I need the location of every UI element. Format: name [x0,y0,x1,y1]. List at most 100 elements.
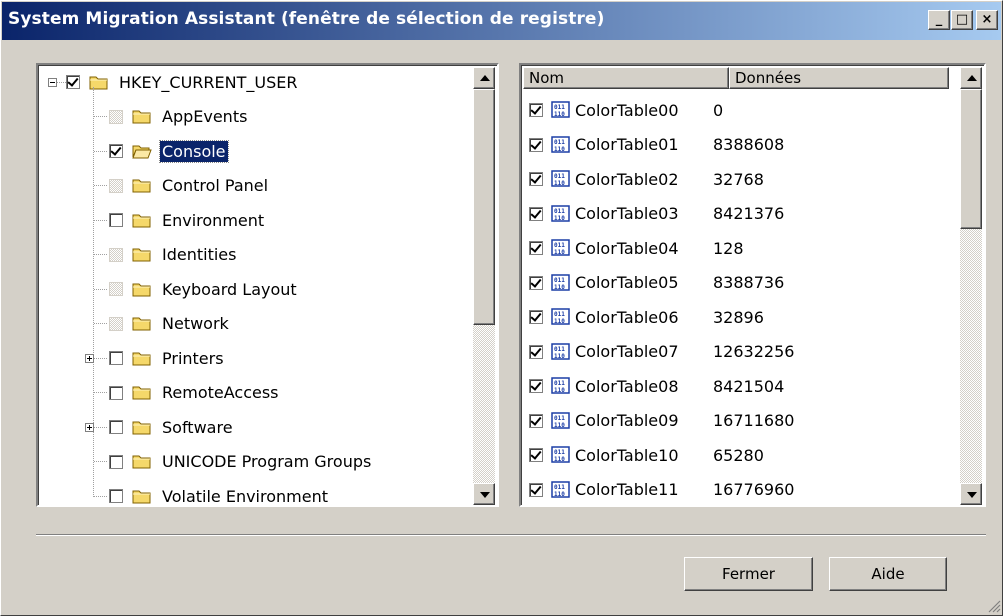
expand-icon[interactable] [85,353,94,363]
column-header-name[interactable]: Nom [523,67,729,89]
svg-text:011: 011 [554,208,565,215]
list-scroll-thumb[interactable] [960,89,982,229]
checkbox[interactable] [109,144,123,158]
minimize-button[interactable]: _ [928,10,950,30]
value-name: ColorTable04 [575,238,679,258]
checkbox[interactable] [529,344,543,359]
registry-binary-icon: 011 110 [551,308,571,326]
checkbox[interactable] [529,482,543,497]
list-item[interactable]: 011 110 ColorTable05 8388736 [529,266,784,300]
value-name: ColorTable10 [575,445,679,465]
tree-node[interactable]: Environment [85,203,266,237]
tree-node[interactable]: RemoteAccess [85,376,281,410]
title-bar[interactable]: System Migration Assistant (fenêtre de s… [2,2,1001,40]
close-window-button[interactable]: × [976,10,998,30]
checkbox[interactable] [109,385,123,400]
svg-text:110: 110 [554,387,565,394]
checkbox[interactable] [529,379,543,393]
value-name: ColorTable02 [575,169,679,189]
tree-node[interactable]: Control Panel [85,169,270,203]
list-item[interactable]: 011 110 ColorTable07 12632256 [529,335,794,369]
tree-node[interactable]: Identities [85,238,238,272]
checkbox[interactable] [109,213,123,227]
checkbox[interactable] [529,448,543,462]
registry-values-list[interactable]: Nom Données 011 110 ColorTable00 0 011 110 Col… [519,63,986,507]
checkbox[interactable] [109,178,123,193]
svg-text:110: 110 [554,318,565,325]
tree-scroll-thumb[interactable] [473,89,495,325]
checkbox[interactable] [529,206,543,221]
value-data: 128 [713,238,744,258]
close-button[interactable]: Fermer [684,557,813,591]
tree-node[interactable]: Console [85,134,229,168]
svg-text:011: 011 [554,277,565,284]
svg-text:110: 110 [554,456,565,463]
checkbox[interactable] [529,241,543,255]
tree-node[interactable]: UNICODE Program Groups [85,445,373,479]
column-header-data[interactable]: Données [729,67,949,89]
maximize-button[interactable]: □ [951,10,973,30]
help-button[interactable]: Aide [829,557,947,591]
list-item[interactable]: 011 110 ColorTable02 32768 [529,162,764,196]
registry-binary-icon: 011 110 [551,411,571,430]
checkbox[interactable] [529,103,543,117]
folder-icon [132,454,152,469]
checkbox[interactable] [109,282,123,296]
list-item[interactable]: 011 110 ColorTable08 8421504 [529,369,784,403]
checkbox[interactable] [109,489,123,503]
value-data: 8421376 [713,204,785,223]
registry-tree[interactable]: HKEY_CURRENT_USER AppEvents Console Control… [36,63,499,507]
checkbox[interactable] [529,275,543,290]
list-item[interactable]: 011 110 ColorTable09 16711680 [529,404,794,438]
checkbox[interactable] [529,310,543,324]
checkbox[interactable] [109,109,123,124]
tree-node[interactable]: Printers [85,341,226,375]
tree-line [94,116,107,117]
list-scroll-down-button[interactable] [960,483,982,505]
checkbox[interactable] [529,172,543,186]
tree-line [94,288,107,290]
tree-line [94,150,107,152]
registry-binary-icon: 011 110 [551,204,571,223]
registry-binary-icon: 011 110 [551,446,571,464]
list-scroll-up-button[interactable] [960,67,982,89]
checkbox[interactable] [529,137,543,152]
tree-line [94,185,107,186]
value-name: ColorTable00 [575,100,679,120]
collapse-icon[interactable] [48,77,57,87]
list-item[interactable]: 011 110 ColorTable03 8421376 [529,197,784,231]
arrow-down-icon [967,492,977,498]
checkbox[interactable] [529,413,543,428]
tree-node[interactable]: Keyboard Layout [85,272,299,306]
arrow-up-icon [480,75,490,81]
value-name: ColorTable05 [575,273,679,292]
tree-node[interactable]: AppEvents [85,100,249,134]
tree-scroll-down-button[interactable] [473,483,495,505]
tree-node[interactable]: Volatile Environment [85,479,330,513]
expand-icon[interactable] [85,422,94,432]
checkbox[interactable] [109,351,123,365]
checkbox[interactable] [109,454,123,469]
checkbox[interactable] [109,316,123,331]
tree-node[interactable]: Network [85,307,231,341]
list-item[interactable]: 011 110 ColorTable10 65280 [529,438,764,472]
checkbox[interactable] [66,75,80,89]
checkbox[interactable] [109,247,123,262]
tree-scrollbar[interactable] [473,67,495,505]
list-item[interactable]: 011 110 ColorTable01 8388608 [529,128,784,162]
list-item[interactable]: 011 110 ColorTable11 16776960 [529,473,794,507]
list-item[interactable]: 011 110 ColorTable04 128 [529,231,744,265]
list-item[interactable]: 011 110 ColorTable06 32896 [529,300,764,334]
value-name: ColorTable07 [575,342,679,361]
folder-icon [132,178,152,193]
resize-grip-icon[interactable] [987,599,1001,613]
registry-binary-icon: 011 110 [551,377,571,395]
registry-binary-icon: 011 110 [551,273,571,292]
tree-node-root[interactable]: HKEY_CURRENT_USER [48,65,299,99]
list-item[interactable]: 011 110 ColorTable00 0 [529,93,723,127]
checkbox[interactable] [109,420,123,434]
tree-node[interactable]: Software [85,410,235,444]
tree-scroll-up-button[interactable] [473,67,495,89]
tree-line [94,357,107,359]
list-scrollbar[interactable] [960,67,982,505]
